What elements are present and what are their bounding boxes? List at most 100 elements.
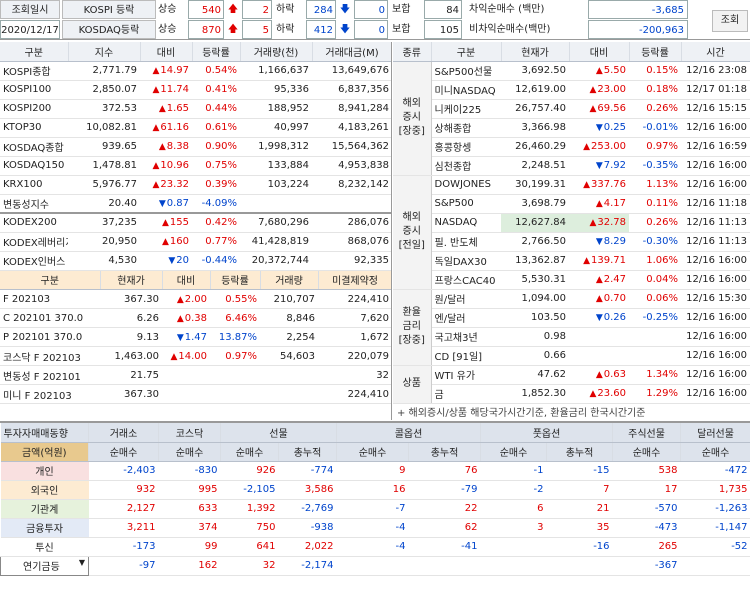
investor-value <box>480 556 547 576</box>
investor-sub-header: 순매수 <box>220 442 279 462</box>
row-rate: 1.13% <box>629 175 681 195</box>
investor-value: 22 <box>408 499 481 519</box>
table-row[interactable]: 상해종합 3,366.98 ▼0.25 -0.01% 12/16 16:00 <box>393 118 750 138</box>
investor-value: -16 <box>546 537 613 557</box>
row-rate: 0.97% <box>210 346 260 366</box>
table-row[interactable]: KTOP30 10,082.81 ▲61.16 0.61% 40,997 4,1… <box>0 118 391 138</box>
table-row[interactable]: P 202101 370.0 9.13 ▼1.47 13.87% 2,254 1… <box>0 327 391 347</box>
query-date-field[interactable]: 2020/12/17 <box>0 20 60 39</box>
table-row[interactable]: 코스닥 F 202103 1,463.00 ▲14.00 0.97% 54,60… <box>0 346 391 366</box>
row-time: 12/16 16:00 <box>681 346 750 366</box>
row-rate <box>629 327 681 347</box>
table-row[interactable]: 미니 F 202103 367.30 224,410 <box>0 384 391 404</box>
table-row[interactable]: KOSPI100 2,850.07 ▲11.74 0.41% 95,336 6,… <box>0 80 391 100</box>
investor-value: 265 <box>612 537 681 557</box>
net-buy-label: 차익순매수 (백만) <box>469 4 545 15</box>
investor-sub-header: 순매수 <box>612 442 682 462</box>
table-row[interactable]: 해외 증시 [장중] S&P500선물 3,692.50 ▲5.50 0.15% … <box>393 61 750 176</box>
table-row[interactable]: KODEX인버스 4,530 ▼20 -0.44% 20,372,744 92,… <box>0 251 391 271</box>
table-row[interactable]: 개인 -2,403 -830 926 -774 9 76 -1 -15 538 -472 <box>0 461 750 481</box>
overseas-note: + 해외증시/상품 해당국가시간기준, 환율금리 한국시간기준 <box>397 407 646 419</box>
row-rate: 0.42% <box>192 213 240 233</box>
table-row[interactable]: 국고채3년 0.98 12/16 16:00 <box>393 327 750 347</box>
row-rate <box>210 365 260 385</box>
investor-value <box>546 556 613 576</box>
query-button[interactable]: 조회 <box>712 10 748 32</box>
down-arrow-icon: ▼ <box>168 256 176 266</box>
table-row[interactable]: KOSPI200 372.53 ▲1.65 0.44% 188,952 8,94… <box>0 99 391 119</box>
table-row[interactable]: KOSDAQ종합 939.65 ▲8.38 0.90% 1,998,312 15… <box>0 137 391 157</box>
row-rate: 0.39% <box>192 175 240 195</box>
index-header: 구분 <box>0 42 69 62</box>
table-row[interactable]: 변동성지수 20.40 ▼0.87 -4.09% <box>0 194 391 214</box>
table-row[interactable]: 니케이225 26,757.40 ▲69.56 0.26% 12/16 15:1… <box>393 99 750 119</box>
investor-name: 금융투자 <box>0 518 89 538</box>
table-row[interactable]: 심천종합 2,248.51 ▼7.92 -0.35% 12/16 16:00 <box>393 156 750 176</box>
row-rate: 0.04% <box>629 270 681 290</box>
row-value: 20.40 <box>68 194 140 214</box>
table-row[interactable]: 필. 반도체 2,766.50 ▼8.29 -0.30% 12/16 11:13 <box>393 232 750 252</box>
chevron-down-icon[interactable]: ▼ <box>79 558 85 567</box>
row-rate: 0.77% <box>192 232 240 252</box>
table-row[interactable]: 외국인 932 995 -2,105 3,586 16 -79 -2 7 17 1,735 <box>0 480 750 500</box>
table-row[interactable]: 미니NASDAQ 12,619.00 ▲23.00 0.18% 12/17 01… <box>393 80 750 100</box>
table-row[interactable]: 금융투자 3,211 374 750 -938 -4 62 3 35 -473 -1,147 <box>0 518 750 538</box>
row-volume: 210,707 <box>260 289 318 309</box>
investor-value: 641 <box>220 537 279 557</box>
futures-header: 구분 <box>0 270 101 290</box>
table-row[interactable]: 상품 WTI 유가 47.62 ▲0.63 1.34% 12/16 16:00 <box>393 365 750 404</box>
investor-value: 9 <box>336 461 409 481</box>
table-row[interactable]: KODEX레버리지 20,950 ▲160 0.77% 41,428,819 8… <box>0 232 391 252</box>
table-row[interactable]: 홍콩항셍 26,460.29 ▲253.00 0.97% 12/16 16:59 <box>393 137 750 157</box>
table-row[interactable]: 엔/달러 103.50 ▼0.26 -0.25% 12/16 16:00 <box>393 308 750 328</box>
table-row[interactable]: 프랑스CAC40 5,530.31 ▲2.47 0.04% 12/16 16:0… <box>393 270 750 290</box>
row-change: 1.47 <box>184 331 207 343</box>
table-row[interactable]: 독일DAX30 13,362.87 ▲139.71 1.06% 12/16 16… <box>393 251 750 271</box>
row-value: 20,950 <box>68 232 140 252</box>
index-header: 등락률 <box>192 42 241 62</box>
row-rate: 0.15% <box>629 61 681 81</box>
up-label: 상승 <box>158 24 177 35</box>
row-change: 0.63 <box>603 369 626 380</box>
investor-name[interactable]: 연기금등 ▼ <box>0 555 89 576</box>
table-row[interactable]: KOSPI종합 2,771.79 ▲14.97 0.54% 1,166,637 … <box>0 61 391 81</box>
row-rate: 0.61% <box>192 118 240 138</box>
index-header: 대비 <box>140 42 193 62</box>
table-row[interactable]: 투신 -173 99 641 2,022 -4 -41 -16 265 -52 <box>0 537 750 557</box>
investor-value: 932 <box>88 480 159 500</box>
row-value: 0.98 <box>501 327 569 347</box>
table-row[interactable]: KODEX200 37,235 ▲155 0.42% 7,680,296 286… <box>0 213 391 233</box>
down-arrow-icon: ▼ <box>595 161 603 171</box>
table-row[interactable]: NASDAQ 12,627.84 ▲32.78 0.26% 12/16 11:1… <box>393 213 750 233</box>
table-row[interactable]: 기관계 2,127 633 1,392 -2,769 -7 22 6 21 -570 -1,263 <box>0 499 750 519</box>
table-row[interactable]: 해외 증시 [전일] DOWJONES 30,199.31 ▲337.76 1.1… <box>393 175 750 290</box>
table-row[interactable]: 환율 금리 [장중] 원/달러 1,094.00 ▲0.70 0.06% 12/1… <box>393 289 750 366</box>
up-arrow-icon: ▲ <box>176 313 184 324</box>
overseas-header: 등락률 <box>629 42 682 62</box>
row-name: KOSDAQ150 <box>0 156 68 176</box>
table-row[interactable]: KOSDAQ150 1,478.81 ▲10.96 0.75% 133,884 … <box>0 156 391 176</box>
row-rate: 0.54% <box>192 61 240 81</box>
down-count: 284 <box>306 0 336 19</box>
up-arrow-icon: ▲ <box>595 370 603 380</box>
table-row[interactable]: 금 1,852.30 ▲23.60 1.29% 12/16 16:00 <box>393 384 750 404</box>
row-volume: 133,884 <box>240 156 312 176</box>
table-row[interactable]: S&P500 3,698.79 ▲4.17 0.11% 12/16 11:18 <box>393 194 750 214</box>
table-row[interactable]: C 202101 370.0 6.26 ▲0.38 6.46% 8,846 7,… <box>0 308 391 328</box>
row-volume: 7,680,296 <box>240 213 312 233</box>
row-rate: -0.30% <box>629 232 681 252</box>
up-arrow-icon: ▲ <box>583 256 590 266</box>
table-row[interactable]: 변동성 F 202101 21.75 32 <box>0 365 391 385</box>
row-amount: 8,941,284 <box>312 99 391 119</box>
table-row[interactable]: 연기금등 ▼ -97 162 32 -2,174 -367 <box>0 555 750 576</box>
net-buy-label: 비차익순매수(백만) <box>469 24 551 35</box>
row-value: 0.66 <box>501 346 569 366</box>
table-row[interactable]: CD [91일] 0.66 12/16 16:00 <box>393 346 750 366</box>
row-amount <box>312 194 391 214</box>
table-row[interactable]: KRX100 5,976.77 ▲23.32 0.39% 103,224 8,2… <box>0 175 391 195</box>
investor-group-header: 코스닥 <box>158 423 221 443</box>
row-volume: 1,166,637 <box>240 61 312 81</box>
row-time: 12/16 16:00 <box>681 308 750 328</box>
table-row[interactable]: F 202103 367.30 ▲2.00 0.55% 210,707 224,… <box>0 289 391 309</box>
overseas-header: 구분 <box>431 42 502 62</box>
